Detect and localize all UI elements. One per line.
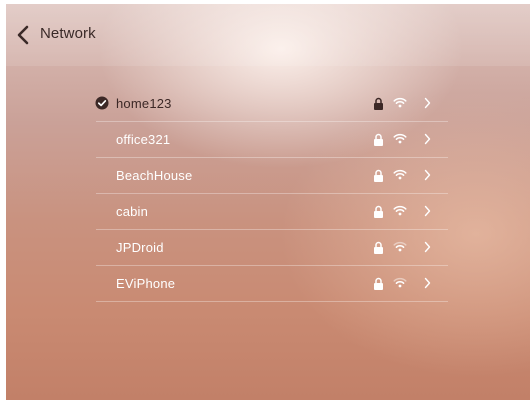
lock-icon [374, 97, 383, 110]
chevron-right-icon [424, 97, 431, 109]
lock-icon [374, 205, 383, 218]
lock-icon [374, 133, 383, 146]
checkmark-circle-icon [95, 96, 109, 110]
network-name: home123 [116, 96, 172, 111]
wifi-icon [393, 205, 407, 216]
network-row-office321[interactable]: office321 [96, 122, 448, 158]
network-name: JPDroid [116, 240, 164, 255]
network-settings-screen: Network home123 office321 BeachHouse cab… [6, 4, 530, 400]
network-row-jpdroid[interactable]: JPDroid [96, 230, 448, 266]
network-row-cabin[interactable]: cabin [96, 194, 448, 230]
page-title: Network [40, 25, 96, 42]
network-name: office321 [116, 132, 171, 147]
chevron-right-icon [424, 169, 431, 181]
network-name: EViPhone [116, 276, 176, 291]
network-list: home123 office321 BeachHouse cabin JPDro… [95, 86, 448, 302]
wifi-icon [393, 241, 407, 252]
chevron-right-icon [424, 133, 431, 145]
chevron-right-icon [424, 277, 431, 289]
chevron-left-icon[interactable] [16, 25, 32, 45]
chevron-right-icon [424, 205, 431, 217]
network-name: BeachHouse [116, 168, 193, 183]
chevron-right-icon [424, 241, 431, 253]
wifi-icon [393, 169, 407, 180]
network-name: cabin [116, 204, 149, 219]
lock-icon [374, 241, 383, 254]
network-row-beachhouse[interactable]: BeachHouse [96, 158, 448, 194]
network-row-eviphone[interactable]: EViPhone [96, 266, 448, 302]
lock-icon [374, 277, 383, 290]
lock-icon [374, 169, 383, 182]
wifi-icon [393, 133, 407, 144]
wifi-icon [393, 277, 407, 288]
network-row-home123[interactable]: home123 [95, 86, 448, 122]
wifi-icon [393, 97, 407, 108]
header-bar: Network [6, 4, 530, 66]
